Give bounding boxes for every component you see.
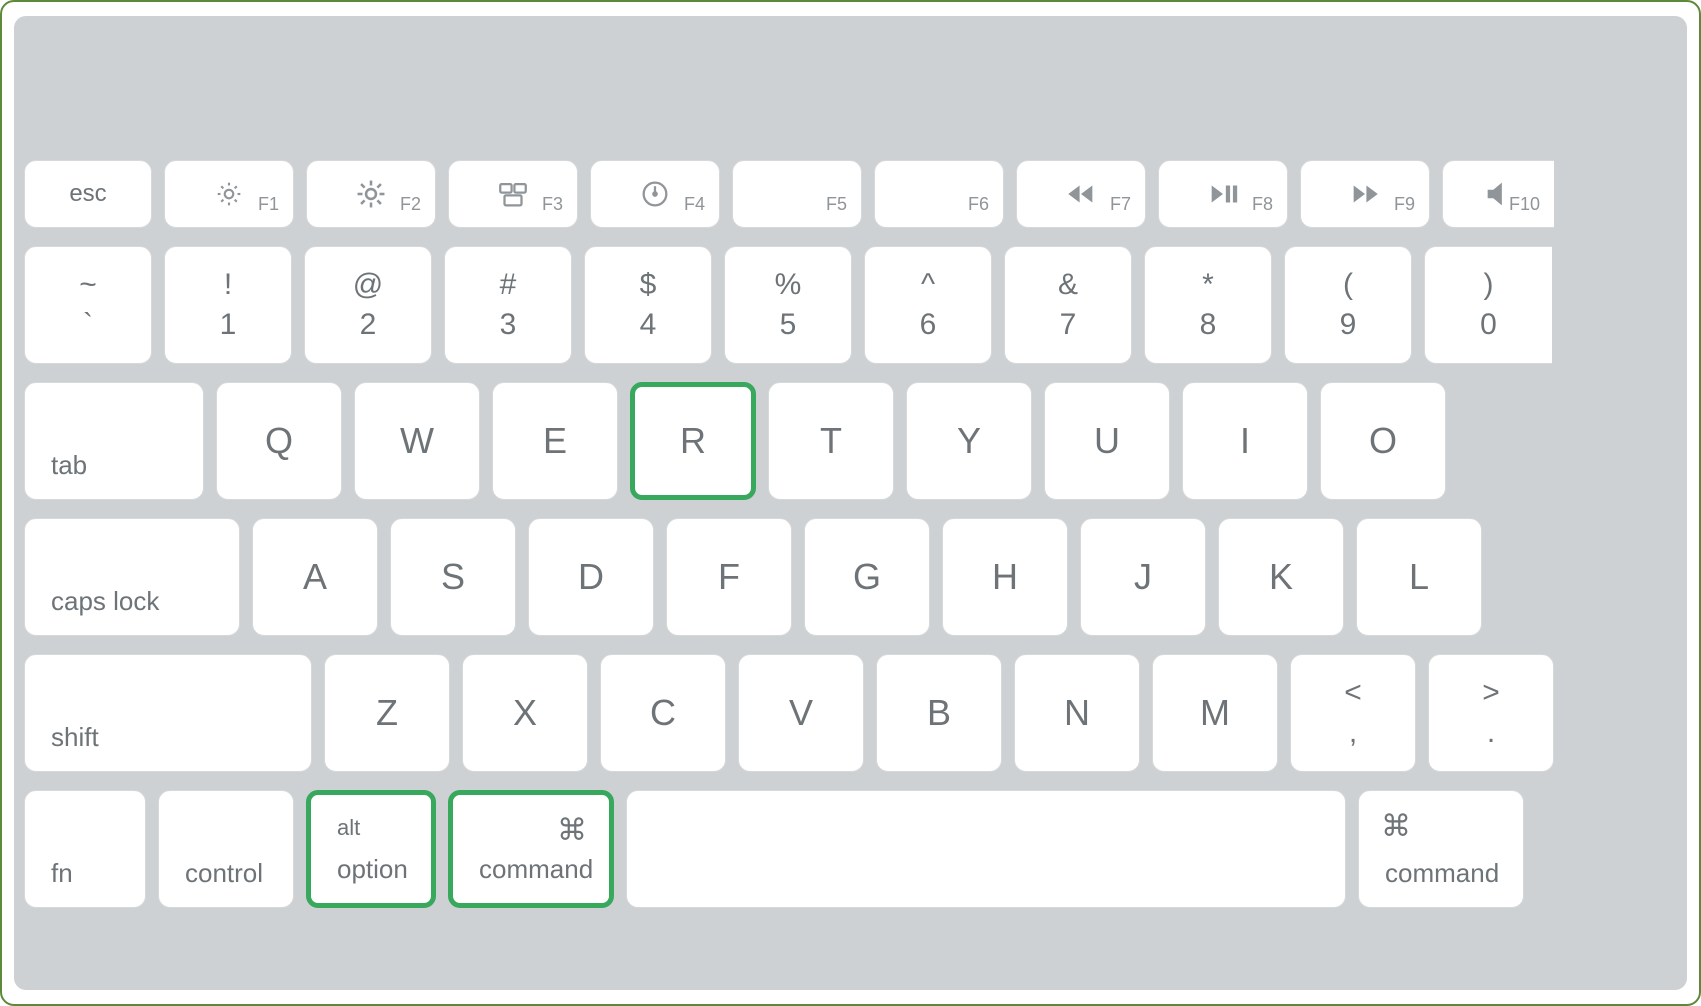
keyboard-body: esc F1 F2 F: [14, 16, 1687, 990]
key-m[interactable]: M: [1152, 654, 1278, 772]
key-w[interactable]: W: [354, 382, 480, 500]
key-f1[interactable]: F1: [164, 160, 294, 228]
key-u[interactable]: U: [1044, 382, 1170, 500]
label-f1: F1: [258, 194, 279, 215]
key-f[interactable]: F: [666, 518, 792, 636]
key-4[interactable]: $4: [584, 246, 712, 364]
key-f2[interactable]: F2: [306, 160, 436, 228]
label-esc: esc: [69, 180, 106, 208]
label-f6: F6: [968, 194, 989, 215]
key-backtick[interactable]: ~`: [24, 246, 152, 364]
key-c[interactable]: C: [600, 654, 726, 772]
key-tab[interactable]: tab: [24, 382, 204, 500]
label-f3: F3: [542, 194, 563, 215]
label-f10: F10: [1509, 194, 1540, 215]
row-asdf: caps lock A S D F G H J K L: [24, 518, 1677, 636]
command-icon: ⌘: [1381, 809, 1411, 844]
key-capslock[interactable]: caps lock: [24, 518, 240, 636]
key-esc[interactable]: esc: [24, 160, 152, 228]
label-f8: F8: [1252, 194, 1273, 215]
key-fn[interactable]: fn: [24, 790, 146, 908]
label-tab: tab: [51, 450, 87, 481]
mission-control-icon: [496, 177, 530, 211]
label-option: option: [337, 854, 408, 885]
key-1[interactable]: !1: [164, 246, 292, 364]
label-fn: fn: [51, 858, 73, 889]
key-b[interactable]: B: [876, 654, 1002, 772]
key-0[interactable]: )0: [1424, 246, 1552, 364]
key-s[interactable]: S: [390, 518, 516, 636]
row-zxcv: shift Z X C V B N M <, >.: [24, 654, 1677, 772]
brightness-up-icon: [354, 177, 388, 211]
rewind-icon: [1064, 177, 1098, 211]
key-i[interactable]: I: [1182, 382, 1308, 500]
label-f7: F7: [1110, 194, 1131, 215]
dashboard-icon: [638, 177, 672, 211]
key-l[interactable]: L: [1356, 518, 1482, 636]
forward-icon: [1348, 177, 1382, 211]
play-pause-icon: [1206, 177, 1240, 211]
key-7[interactable]: &7: [1004, 246, 1132, 364]
key-f4[interactable]: F4: [590, 160, 720, 228]
label-command-left: command: [479, 854, 593, 885]
key-f8[interactable]: F8: [1158, 160, 1288, 228]
key-command-left[interactable]: ⌘ command: [448, 790, 614, 908]
key-x[interactable]: X: [462, 654, 588, 772]
key-h[interactable]: H: [942, 518, 1068, 636]
key-comma[interactable]: <,: [1290, 654, 1416, 772]
key-option[interactable]: alt option: [306, 790, 436, 908]
key-v[interactable]: V: [738, 654, 864, 772]
key-9[interactable]: (9: [1284, 246, 1412, 364]
key-f3[interactable]: F3: [448, 160, 578, 228]
key-n[interactable]: N: [1014, 654, 1140, 772]
label-f2: F2: [400, 194, 421, 215]
key-k[interactable]: K: [1218, 518, 1344, 636]
key-5[interactable]: %5: [724, 246, 852, 364]
key-a[interactable]: A: [252, 518, 378, 636]
label-f4: F4: [684, 194, 705, 215]
label-f5: F5: [826, 194, 847, 215]
key-2[interactable]: @2: [304, 246, 432, 364]
key-z[interactable]: Z: [324, 654, 450, 772]
row-numbers: ~` !1 @2 #3 $4 %5 ^6 &7 *8 (9 )0: [24, 246, 1677, 364]
row-bottom: fn control alt option ⌘ command ⌘ comman…: [24, 790, 1677, 908]
key-o[interactable]: O: [1320, 382, 1446, 500]
key-6[interactable]: ^6: [864, 246, 992, 364]
row-function: esc F1 F2 F: [24, 160, 1677, 228]
label-command-right: command: [1385, 858, 1499, 889]
key-t[interactable]: T: [768, 382, 894, 500]
label-f9: F9: [1394, 194, 1415, 215]
brightness-down-icon: [212, 177, 246, 211]
key-y[interactable]: Y: [906, 382, 1032, 500]
key-period[interactable]: >.: [1428, 654, 1554, 772]
row-qwerty: tab Q W E R T Y U I O: [24, 382, 1677, 500]
key-r[interactable]: R: [630, 382, 756, 500]
key-command-right[interactable]: ⌘ command: [1358, 790, 1524, 908]
key-q[interactable]: Q: [216, 382, 342, 500]
key-j[interactable]: J: [1080, 518, 1206, 636]
key-shift[interactable]: shift: [24, 654, 312, 772]
label-control: control: [185, 858, 263, 889]
key-f9[interactable]: F9: [1300, 160, 1430, 228]
key-d[interactable]: D: [528, 518, 654, 636]
key-space[interactable]: [626, 790, 1346, 908]
key-f10[interactable]: F10: [1442, 160, 1554, 228]
key-g[interactable]: G: [804, 518, 930, 636]
key-3[interactable]: #3: [444, 246, 572, 364]
label-capslock: caps lock: [51, 586, 159, 617]
key-control[interactable]: control: [158, 790, 294, 908]
label-shift: shift: [51, 722, 99, 753]
label-alt: alt: [337, 815, 360, 841]
keyboard-diagram: esc F1 F2 F: [0, 0, 1701, 1006]
command-icon: ⌘: [557, 813, 587, 848]
key-e[interactable]: E: [492, 382, 618, 500]
key-f7[interactable]: F7: [1016, 160, 1146, 228]
key-f6[interactable]: F6: [874, 160, 1004, 228]
key-8[interactable]: *8: [1144, 246, 1272, 364]
key-f5[interactable]: F5: [732, 160, 862, 228]
